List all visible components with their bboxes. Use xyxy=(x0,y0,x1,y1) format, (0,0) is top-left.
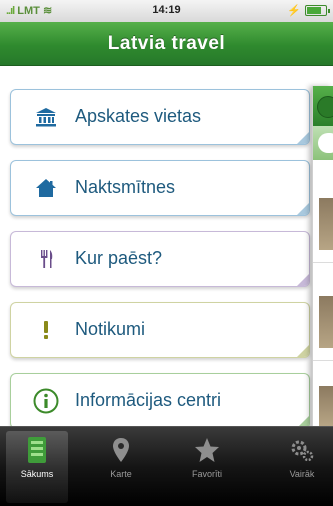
menu-item-label: Kur paēst? xyxy=(75,248,163,268)
menu-item-informacijas-centri[interactable]: Informācijas centri xyxy=(10,373,310,429)
battery-icon xyxy=(305,5,330,16)
tab-favoriti[interactable]: Favorīti xyxy=(176,431,238,503)
navigation-bar: Latvia travel xyxy=(0,22,333,66)
tab-label: Vairāk xyxy=(289,469,315,479)
menu-item-label: Notikumi xyxy=(75,319,146,339)
charging-bolt-icon: ⚡ xyxy=(287,5,301,17)
tab-label: Karte xyxy=(110,469,132,479)
status-time: 14:19 xyxy=(152,4,181,16)
battery-level-fill xyxy=(307,7,321,14)
tab-bar: Sākums Karte Favorīti Vairāk xyxy=(0,426,333,506)
menu-item-apskates-vietas[interactable]: Apskates vietas xyxy=(10,89,310,145)
preview-search-field xyxy=(318,133,333,153)
star-icon xyxy=(192,435,222,465)
preview-row-divider xyxy=(313,360,333,361)
menu-item-label: Informācijas centri xyxy=(75,390,222,410)
menu-item-notikumi[interactable]: Notikumi xyxy=(10,302,310,358)
preview-thumbnail xyxy=(319,198,333,250)
home-icon xyxy=(22,435,52,465)
corner-arrow-icon xyxy=(297,203,309,215)
tab-sakums[interactable]: Sākums xyxy=(6,431,68,503)
house-icon xyxy=(33,175,59,201)
menu-item-kur-paest[interactable]: Kur paēst? xyxy=(10,231,310,287)
tab-vairak[interactable]: Vairāk xyxy=(271,431,333,503)
gears-icon xyxy=(287,435,317,465)
corner-arrow-icon xyxy=(297,274,309,286)
info-icon xyxy=(33,388,59,414)
preview-thumbnail xyxy=(319,386,333,426)
menu-item-naktsmitnes[interactable]: Naktsmītnes xyxy=(10,160,310,216)
menu-item-label: Apskates vietas xyxy=(75,106,202,126)
corner-arrow-icon xyxy=(297,132,309,144)
next-screen-preview xyxy=(312,86,333,453)
status-bar: ..ıl LMT ≋ 14:19 ⚡ xyxy=(0,0,333,22)
page-title: Latvia travel xyxy=(107,33,226,54)
main-menu: Apskates vietas Naktsmītnes Kur paēst? N… xyxy=(0,66,333,453)
exclamation-icon xyxy=(33,317,59,343)
menu-item-label: Naktsmītnes xyxy=(75,177,176,197)
tab-label: Favorīti xyxy=(191,469,222,479)
map-pin-icon xyxy=(106,435,136,465)
preview-thumbnail xyxy=(319,296,333,348)
preview-back-button xyxy=(317,96,333,118)
tab-label: Sākums xyxy=(20,469,54,479)
fork-knife-icon xyxy=(33,246,59,272)
corner-arrow-icon xyxy=(297,345,309,357)
preview-search-bar xyxy=(313,126,333,160)
tab-karte[interactable]: Karte xyxy=(90,431,152,503)
preview-nav-bar xyxy=(313,86,333,126)
landmark-icon xyxy=(33,104,59,130)
preview-row-divider xyxy=(313,262,333,263)
